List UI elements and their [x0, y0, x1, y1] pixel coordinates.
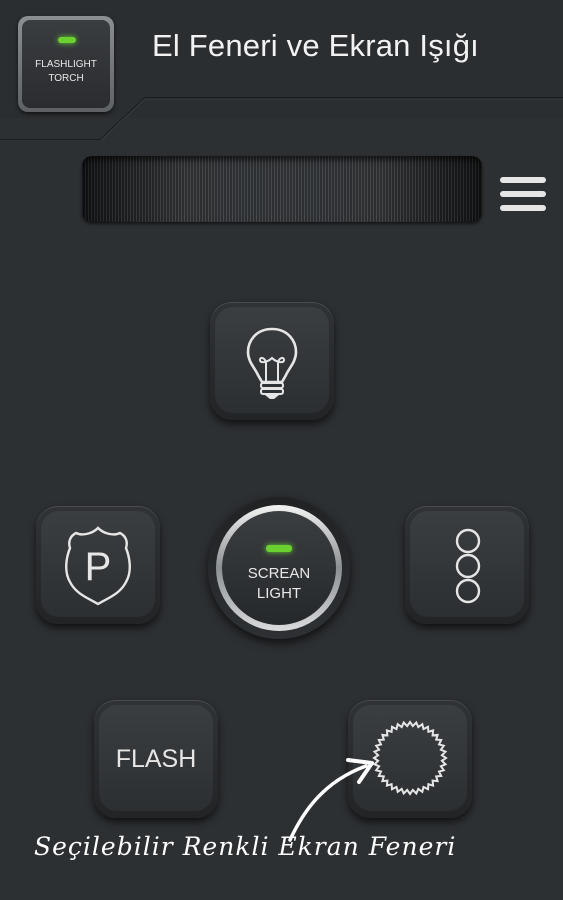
app-icon-led — [58, 37, 76, 43]
flash-button[interactable]: FLASH — [94, 700, 218, 818]
app-icon-line2: TORCH — [48, 73, 84, 84]
traffic-light-icon — [455, 528, 481, 604]
screen-light-line1: SCREAN — [247, 565, 311, 582]
traffic-light-button[interactable] — [405, 506, 529, 624]
police-badge-icon: P — [65, 526, 131, 606]
flash-label: FLASH — [115, 745, 197, 773]
screen-light-led — [266, 545, 292, 552]
brightness-dial[interactable] — [82, 156, 482, 222]
light-bulb-button[interactable] — [210, 302, 334, 420]
light-bulb-icon — [246, 327, 298, 399]
screen-light-line2: LIGHT — [256, 585, 302, 602]
hamburger-menu-icon[interactable] — [496, 174, 548, 214]
police-light-button[interactable]: P — [36, 506, 160, 624]
app-icon-line1: FLASHLIGHT — [35, 59, 97, 70]
police-badge-letter: P — [85, 545, 112, 589]
screen-light-button[interactable]: SCREAN LIGHT — [208, 497, 350, 639]
promo-caption: Seçilebilir Renkli Ekran Feneri — [34, 832, 457, 861]
app-icon: FLASHLIGHT TORCH — [18, 16, 114, 112]
page-title: El Feneri ve Ekran Işığı — [152, 28, 479, 63]
